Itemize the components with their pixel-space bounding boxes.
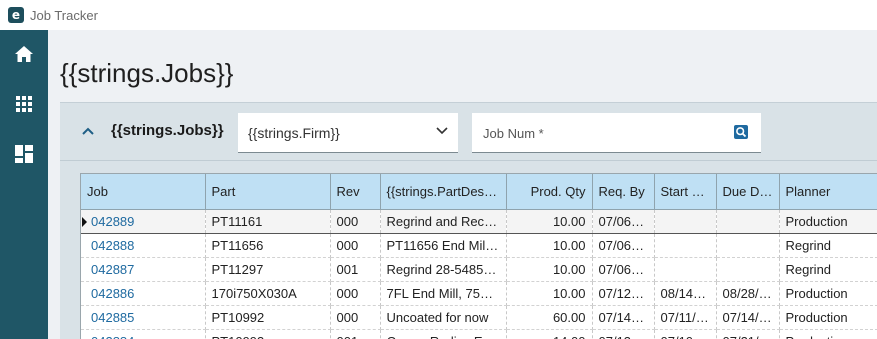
due-date-cell: 08/28/2023 bbox=[716, 281, 780, 306]
start-date-cell bbox=[654, 233, 717, 258]
firm-select-value: {{strings.Firm}} bbox=[248, 125, 340, 141]
home-icon bbox=[15, 46, 33, 62]
job-link[interactable]: 042889 bbox=[81, 209, 206, 234]
table-row[interactable]: 042889 PT11161 000 Regrind and Reconditi… bbox=[81, 209, 877, 234]
column-header-due-date[interactable]: Due Date bbox=[716, 174, 780, 210]
app-logo-icon: e bbox=[8, 7, 24, 23]
start-date-cell: 07/10/2023 bbox=[654, 329, 717, 339]
req-by-cell: 07/06/2023 bbox=[592, 257, 655, 282]
req-by-cell: 07/06/2023 bbox=[592, 209, 655, 234]
job-link[interactable]: 042885 bbox=[81, 305, 206, 330]
chevron-up-icon bbox=[82, 127, 94, 135]
sidebar-item-apps[interactable] bbox=[0, 84, 48, 124]
column-header-rev[interactable]: Rev bbox=[330, 174, 381, 210]
qty-cell: 14.00 bbox=[506, 329, 593, 339]
job-num-placeholder: Job Num * bbox=[483, 126, 544, 141]
part-cell: 170i750X030A bbox=[205, 281, 331, 306]
panel-label: {{strings.Jobs}} bbox=[111, 122, 224, 139]
rev-cell: 000 bbox=[330, 233, 381, 258]
due-date-cell bbox=[716, 233, 780, 258]
req-by-cell: 07/06/2023 bbox=[592, 233, 655, 258]
column-header-req-by[interactable]: Req. By bbox=[592, 174, 655, 210]
qty-cell: 10.00 bbox=[506, 233, 593, 258]
due-date-cell: 07/14/2023 bbox=[716, 305, 780, 330]
start-date-cell: 08/14/2023 bbox=[654, 281, 717, 306]
table-row[interactable]: 042888 PT11656 000 PT11656 End Mill Regr… bbox=[81, 233, 877, 258]
column-header-planner[interactable]: Planner bbox=[779, 174, 877, 210]
planner-cell: Regrind bbox=[779, 257, 877, 282]
description-cell: 7FL End Mill, 750 Dia bbox=[380, 281, 507, 306]
sidebar bbox=[0, 30, 48, 339]
description-cell: Corner Radius End Mill bbox=[380, 329, 507, 339]
column-header-start-date[interactable]: Start Date bbox=[654, 174, 717, 210]
collapse-button[interactable] bbox=[80, 123, 96, 139]
due-date-cell: 07/21/2023 bbox=[716, 329, 780, 339]
grid-header-row: Job Part Rev {{strings.PartDescription}}… bbox=[81, 174, 877, 210]
title-bar: e Job Tracker bbox=[0, 0, 877, 30]
qty-cell: 60.00 bbox=[506, 305, 593, 330]
job-link[interactable]: 042887 bbox=[81, 257, 206, 282]
row-selector-icon bbox=[82, 216, 87, 227]
column-header-part[interactable]: Part bbox=[205, 174, 331, 210]
start-date-cell bbox=[654, 257, 717, 282]
description-cell: PT11656 End Mill Regrind bbox=[380, 233, 507, 258]
planner-cell: Production bbox=[779, 305, 877, 330]
start-date-cell: 07/11/2023 bbox=[654, 305, 717, 330]
firm-select[interactable]: {{strings.Firm}} bbox=[238, 113, 458, 153]
planner-cell: Regrind bbox=[779, 233, 877, 258]
column-header-prod-qty[interactable]: Prod. Qty bbox=[506, 174, 593, 210]
req-by-cell: 07/12/2023 bbox=[592, 281, 655, 306]
job-number[interactable]: 042889 bbox=[91, 214, 134, 229]
part-cell: PT11656 bbox=[205, 233, 331, 258]
table-row[interactable]: 042885 PT10992 000 Uncoated for now 60.0… bbox=[81, 305, 877, 330]
due-date-cell bbox=[716, 209, 780, 234]
rev-cell: 001 bbox=[330, 257, 381, 282]
start-date-cell bbox=[654, 209, 717, 234]
qty-cell: 10.00 bbox=[506, 257, 593, 282]
part-cell: PT10992 bbox=[205, 305, 331, 330]
rev-cell: 000 bbox=[330, 209, 381, 234]
description-cell: Regrind and Recondition bbox=[380, 209, 507, 234]
column-header-job[interactable]: Job bbox=[81, 174, 206, 210]
rev-cell: 001 bbox=[330, 329, 381, 339]
planner-cell: Production bbox=[779, 329, 877, 339]
job-link[interactable]: 042886 bbox=[81, 281, 206, 306]
sidebar-item-dashboard[interactable] bbox=[0, 134, 48, 174]
rev-cell: 000 bbox=[330, 281, 381, 306]
req-by-cell: 07/14/2023 bbox=[592, 305, 655, 330]
part-cell: PT11297 bbox=[205, 257, 331, 282]
apps-grid-icon bbox=[16, 96, 32, 112]
app-logo-letter: e bbox=[11, 8, 21, 22]
page-title: {{strings.Jobs}} bbox=[60, 58, 234, 88]
sidebar-item-home[interactable] bbox=[0, 34, 48, 74]
column-header-part-description[interactable]: {{strings.PartDescription}} bbox=[380, 174, 507, 210]
due-date-cell bbox=[716, 257, 780, 282]
description-cell: Regrind 28-5485 End Mill bbox=[380, 257, 507, 282]
qty-cell: 10.00 bbox=[506, 209, 593, 234]
description-cell: Uncoated for now bbox=[380, 305, 507, 330]
table-row[interactable]: 042887 PT11297 001 Regrind 28-5485 End M… bbox=[81, 257, 877, 282]
jobs-grid: Job Part Rev {{strings.PartDescription}}… bbox=[80, 173, 877, 339]
planner-cell: Production bbox=[779, 281, 877, 306]
table-row[interactable]: 042886 170i750X030A 000 7FL End Mill, 75… bbox=[81, 281, 877, 306]
job-link[interactable]: 042884 bbox=[81, 329, 206, 339]
part-cell: PT10993 bbox=[205, 329, 331, 339]
part-cell: PT11161 bbox=[205, 209, 331, 234]
qty-cell: 10.00 bbox=[506, 281, 593, 306]
rev-cell: 000 bbox=[330, 305, 381, 330]
dashboard-icon bbox=[15, 145, 33, 163]
panel-header: {{strings.Jobs}} {{strings.Firm}} Job Nu… bbox=[60, 103, 877, 161]
req-by-cell: 07/13/2023 bbox=[592, 329, 655, 339]
app-title: Job Tracker bbox=[30, 7, 98, 23]
planner-cell: Production bbox=[779, 209, 877, 234]
job-link[interactable]: 042888 bbox=[81, 233, 206, 258]
job-num-input[interactable]: Job Num * bbox=[472, 113, 761, 153]
search-icon[interactable] bbox=[733, 124, 749, 140]
chevron-down-icon bbox=[436, 127, 448, 135]
table-row[interactable]: 042884 PT10993 001 Corner Radius End Mil… bbox=[81, 329, 877, 339]
